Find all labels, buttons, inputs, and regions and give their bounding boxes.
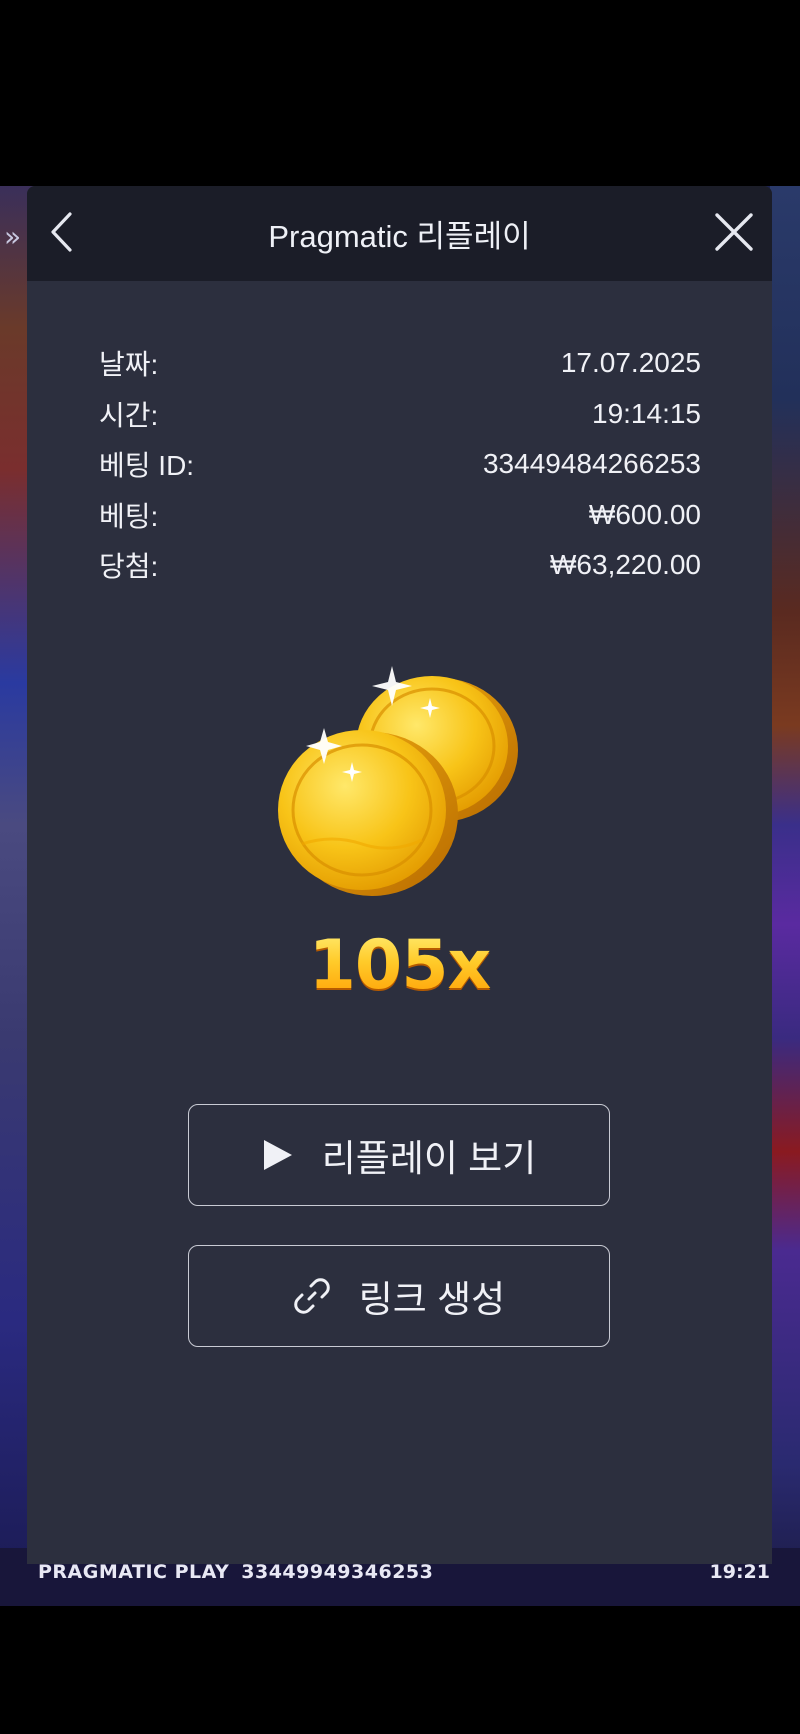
watch-replay-label: 리플레이 보기 xyxy=(321,1138,537,1179)
game-footer-info: PRAGMATIC PLAY 33449949346253 xyxy=(38,1561,433,1583)
create-link-button[interactable]: 링크 생성 xyxy=(188,1245,610,1347)
watch-replay-button[interactable]: 리플레이 보기 xyxy=(188,1104,610,1206)
screen: » PRAGMATIC PLAY 33449949346253 19:21 Pra… xyxy=(0,0,800,1734)
date-label: 날짜: xyxy=(99,349,159,381)
replay-modal: Pragmatic 리플레이 날짜: 17.07.2025 시간: 19:14:… xyxy=(27,186,772,1564)
back-button[interactable] xyxy=(39,208,83,256)
win-multiplier: 105x xyxy=(27,926,772,1005)
footer-brand: PRAGMATIC PLAY xyxy=(38,1561,230,1583)
gold-coins-icon xyxy=(278,666,518,896)
bet-details: 날짜: 17.07.2025 시간: 19:14:15 베팅 ID: 33449… xyxy=(99,338,701,591)
bet-id-label: 베팅 ID: xyxy=(99,450,195,482)
info-row-win: 당첨: ₩63,220.00 xyxy=(99,540,701,591)
close-icon xyxy=(715,213,753,251)
bet-id-value: 33449484266253 xyxy=(482,448,701,480)
close-button[interactable] xyxy=(708,206,760,258)
time-label: 시간: xyxy=(99,399,159,431)
game-reel-right-edge xyxy=(770,186,800,1606)
chevron-left-icon xyxy=(51,212,72,252)
info-row-date: 날짜: 17.07.2025 xyxy=(99,338,701,389)
footer-round-id: 33449949346253 xyxy=(241,1561,434,1583)
time-value: 19:14:15 xyxy=(592,397,701,429)
create-link-label: 링크 생성 xyxy=(358,1279,506,1320)
info-row-bet: 베팅: ₩600.00 xyxy=(99,490,701,541)
modal-title: Pragmatic 리플레이 xyxy=(268,219,531,254)
bet-value: ₩600.00 xyxy=(588,498,701,530)
link-icon xyxy=(293,1277,331,1315)
date-value: 17.07.2025 xyxy=(560,347,701,379)
expand-menu-icon[interactable]: » xyxy=(4,220,21,253)
bet-label: 베팅: xyxy=(99,500,159,532)
info-row-bet-id: 베팅 ID: 33449484266253 xyxy=(99,439,701,490)
footer-clock: 19:21 xyxy=(709,1561,770,1583)
play-icon xyxy=(262,1138,294,1172)
win-label: 당첨: xyxy=(99,551,159,583)
win-value: ₩63,220.00 xyxy=(550,549,701,581)
modal-header: Pragmatic 리플레이 xyxy=(27,186,772,281)
info-row-time: 시간: 19:14:15 xyxy=(99,389,701,440)
